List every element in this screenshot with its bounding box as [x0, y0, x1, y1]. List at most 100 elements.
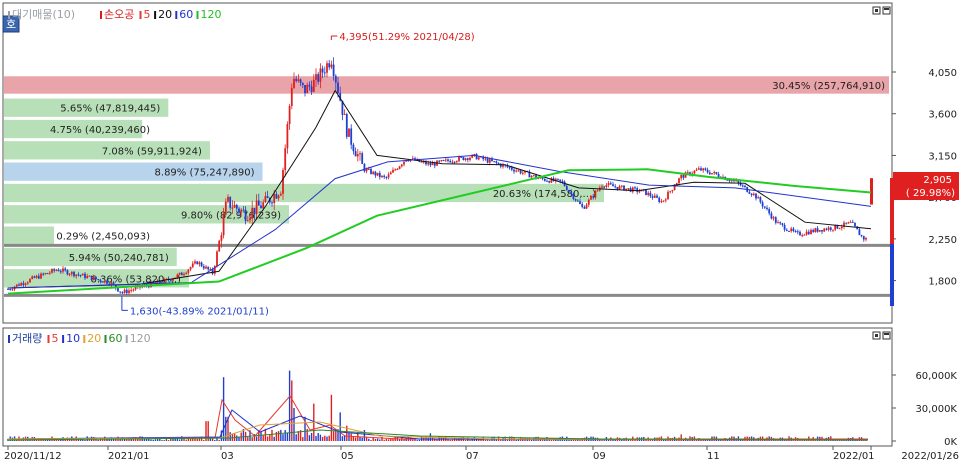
legend-label: 20	[87, 332, 101, 345]
volume-bar	[484, 440, 487, 441]
price-candle	[565, 186, 568, 191]
volume-bar	[297, 431, 300, 441]
volume-bar	[44, 440, 47, 441]
price-candle	[854, 222, 856, 227]
price-candle	[53, 269, 56, 271]
price-candle	[581, 204, 584, 207]
price-candle	[222, 214, 225, 236]
volume-bar	[398, 439, 401, 441]
price-candle	[660, 201, 663, 203]
volume-bar	[269, 434, 271, 441]
price-candle	[440, 160, 443, 162]
volume-bar	[218, 439, 220, 441]
price-candle	[48, 272, 51, 274]
x-tick-label: 2020/11/12	[4, 451, 62, 462]
price-candle	[785, 229, 788, 231]
price-candle	[46, 273, 49, 275]
price-candle	[592, 196, 595, 198]
price-candle	[614, 186, 617, 188]
legend-swatch	[154, 11, 157, 19]
price-candle	[662, 200, 665, 202]
legend-swatch	[47, 335, 50, 343]
price-candle	[381, 175, 383, 178]
price-candle	[202, 266, 205, 269]
price-candle	[444, 159, 447, 161]
volume-bar	[189, 439, 192, 441]
x-tick-label: 2021/01	[108, 451, 150, 462]
price-candle	[189, 267, 192, 270]
price-candle	[548, 181, 551, 183]
x-tick-label: 11	[707, 451, 720, 462]
price-candle	[783, 224, 786, 230]
volume-bar	[293, 408, 295, 441]
price-candle	[741, 185, 744, 187]
price-candle	[849, 221, 852, 223]
volume-bar	[363, 430, 366, 441]
price-candle	[42, 273, 45, 275]
price-candle	[99, 279, 102, 282]
price-candle	[596, 190, 599, 192]
price-candle	[532, 175, 535, 177]
volume-bar	[416, 440, 418, 441]
legend-swatch	[83, 335, 86, 343]
price-candle	[634, 187, 636, 189]
price-candle	[125, 289, 128, 294]
volume-bar	[348, 432, 350, 441]
legend-label: 10	[66, 332, 80, 345]
price-candle	[810, 229, 812, 235]
price-candle	[693, 170, 696, 174]
price-candle	[299, 79, 302, 83]
price-candle	[64, 268, 67, 271]
legend-swatch	[8, 335, 10, 343]
price-candle	[332, 64, 335, 76]
price-candle	[585, 204, 588, 209]
price-candle	[9, 288, 12, 290]
price-candle	[378, 172, 381, 178]
price-candle	[361, 153, 364, 164]
current-price-change: ( 29.98%)	[906, 188, 955, 199]
price-candle	[420, 161, 423, 163]
price-candle	[821, 230, 823, 232]
volume-bar	[374, 438, 377, 441]
price-candle	[777, 222, 779, 224]
price-candle	[66, 270, 69, 275]
price-candle	[257, 200, 260, 206]
price-candle	[829, 227, 832, 230]
price-candle	[774, 217, 777, 223]
price-candle-last	[870, 178, 873, 205]
price-candle	[755, 193, 757, 199]
price-candle	[68, 274, 71, 276]
price-candle	[750, 193, 753, 195]
price-candle	[543, 178, 546, 181]
price-candle	[579, 201, 581, 205]
price-candle	[26, 282, 29, 284]
price-candle	[763, 206, 766, 208]
price-candle	[823, 228, 826, 232]
volume-bar	[317, 432, 319, 441]
price-candle	[183, 273, 185, 276]
price-candle	[612, 184, 614, 187]
volume-bar	[229, 432, 231, 441]
price-candle	[667, 191, 669, 200]
volume-bar	[568, 439, 570, 441]
volume-bar	[649, 440, 652, 441]
volume-profile-label: 7.08% (59,911,924)	[102, 146, 202, 157]
volume-profile-band	[4, 226, 54, 245]
volume-profile-band	[4, 76, 889, 94]
price-candle	[658, 197, 661, 202]
price-candle	[557, 178, 559, 180]
price-candle	[442, 160, 445, 162]
volume-profile-label: 5.94% (50,240,781)	[69, 253, 169, 264]
price-candle	[106, 280, 108, 284]
legend-label: 거래량	[12, 332, 42, 345]
volume-bar	[515, 439, 517, 441]
price-candle	[788, 230, 790, 232]
price-candle	[779, 222, 782, 224]
price-candle	[766, 207, 768, 210]
volume-bar	[273, 436, 275, 441]
volume-bar	[574, 439, 577, 441]
price-candle	[794, 230, 797, 232]
price-candle	[449, 160, 452, 163]
volume-bar	[262, 435, 264, 441]
price-candle	[55, 269, 58, 271]
